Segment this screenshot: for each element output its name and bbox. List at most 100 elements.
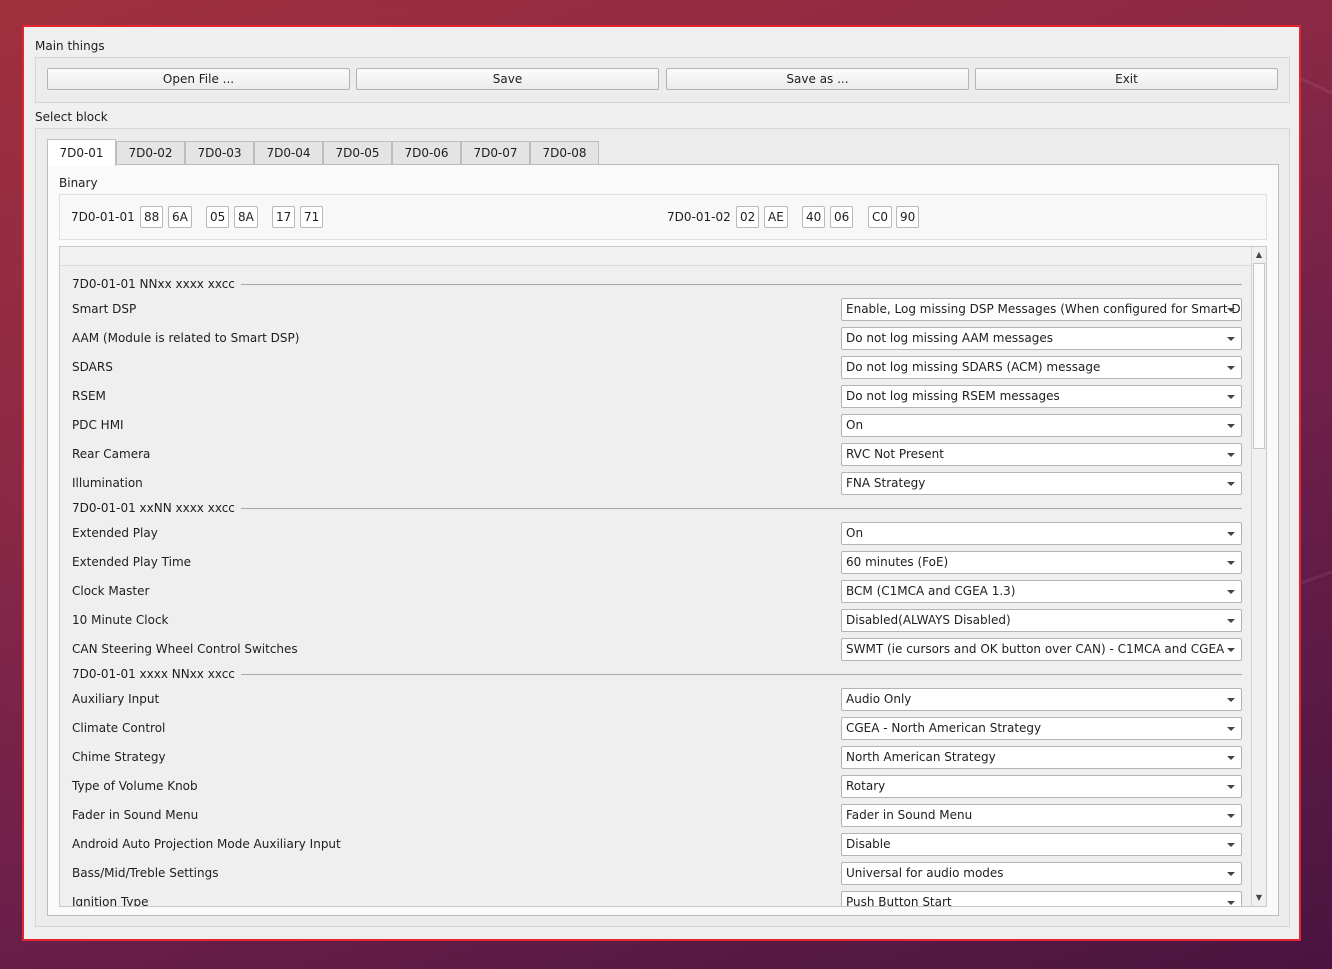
section-title: 7D0-01-01 NNxx xxxx xxcc (72, 277, 235, 291)
setting-dropdown[interactable]: On (841, 522, 1242, 545)
setting-dropdown[interactable]: Disabled(ALWAYS Disabled) (841, 609, 1242, 632)
dropdown-value: Universal for audio modes (846, 866, 1004, 880)
setting-dropdown[interactable]: BCM (C1MCA and CGEA 1.3) (841, 580, 1242, 603)
scroll-up-icon[interactable]: ▲ (1252, 248, 1266, 262)
dropdown-value: Fader in Sound Menu (846, 808, 973, 822)
setting-dropdown[interactable]: Do not log missing SDARS (ACM) message (841, 356, 1242, 379)
byte-field[interactable]: 06 (830, 206, 854, 228)
setting-label: 10 Minute Clock (72, 613, 169, 627)
setting-dropdown[interactable]: Do not log missing RSEM messages (841, 385, 1242, 408)
byte-field[interactable]: 71 (300, 206, 324, 228)
byte-field[interactable]: 90 (896, 206, 920, 228)
binary-panel: 7D0-01-01 88 6A 05 8A 17 71 7D0-01-02 02… (59, 194, 1267, 240)
chevron-down-icon (1227, 872, 1235, 876)
chevron-down-icon (1227, 756, 1235, 760)
byte-field[interactable]: 40 (802, 206, 826, 228)
chevron-down-icon (1227, 648, 1235, 652)
chevron-down-icon (1227, 395, 1235, 399)
setting-dropdown[interactable]: Universal for audio modes (841, 862, 1242, 885)
setting-dropdown[interactable]: North American Strategy (841, 746, 1242, 769)
setting-label: CAN Steering Wheel Control Switches (72, 642, 298, 656)
scroll-area-header (60, 247, 1252, 266)
byte-field[interactable]: AE (764, 206, 788, 228)
tab-7d0-04[interactable]: 7D0-04 (254, 141, 323, 165)
setting-label: Android Auto Projection Mode Auxiliary I… (72, 837, 341, 851)
setting-label: Ignition Type (72, 895, 149, 907)
byte-field[interactable]: 17 (272, 206, 296, 228)
vertical-scrollbar[interactable]: ▲ ▼ (1251, 247, 1266, 906)
section-divider (240, 508, 1242, 509)
settings-scroll-area[interactable]: 7D0-01-01 NNxx xxxx xxcc Smart DSP Enabl… (59, 246, 1267, 907)
dropdown-value: Disable (846, 837, 891, 851)
setting-dropdown[interactable]: Enable, Log missing DSP Messages (When c… (841, 298, 1242, 321)
setting-dropdown[interactable]: Fader in Sound Menu (841, 804, 1242, 827)
setting-dropdown[interactable]: SWMT (ie cursors and OK button over CAN)… (841, 638, 1242, 661)
tab-7d0-08[interactable]: 7D0-08 (530, 141, 599, 165)
setting-label: AAM (Module is related to Smart DSP) (72, 331, 300, 345)
chevron-down-icon (1227, 366, 1235, 370)
section-header: 7D0-01-01 xxxx NNxx xxcc (72, 665, 1242, 683)
dropdown-value: FNA Strategy (846, 476, 926, 490)
chevron-down-icon (1227, 785, 1235, 789)
byte-field[interactable]: 6A (168, 206, 192, 228)
setting-dropdown[interactable]: Rotary (841, 775, 1242, 798)
dropdown-value: Audio Only (846, 692, 912, 706)
chevron-down-icon (1227, 590, 1235, 594)
dropdown-value: On (846, 526, 864, 540)
tab-7d0-01[interactable]: 7D0-01 (47, 139, 116, 166)
chevron-down-icon (1227, 532, 1235, 536)
setting-label: SDARS (72, 360, 113, 374)
dropdown-value: CGEA - North American Strategy (846, 721, 1042, 735)
setting-label: Illumination (72, 476, 143, 490)
setting-dropdown[interactable]: Audio Only (841, 688, 1242, 711)
chevron-down-icon (1227, 901, 1235, 905)
main-window: Main things Open File ... Save Save as .… (22, 25, 1301, 941)
open-file-button[interactable]: Open File ... (47, 68, 350, 90)
scrollbar-thumb[interactable] (1253, 263, 1265, 449)
select-block-title: Select block (35, 110, 108, 124)
dropdown-value: 60 minutes (FoE) (846, 555, 949, 569)
byte-field[interactable]: 05 (206, 206, 230, 228)
section-header: 7D0-01-01 NNxx xxxx xxcc (72, 275, 1242, 293)
chevron-down-icon (1227, 561, 1235, 565)
binary-group-label: 7D0-01-01 (71, 210, 135, 224)
section-divider (240, 674, 1242, 675)
dropdown-value: Do not log missing SDARS (ACM) message (846, 360, 1101, 374)
setting-dropdown[interactable]: Disable (841, 833, 1242, 856)
tab-7d0-02[interactable]: 7D0-02 (116, 141, 185, 165)
section-header: 7D0-01-01 xxNN xxxx xxcc (72, 499, 1242, 517)
setting-label: Type of Volume Knob (72, 779, 198, 793)
binary-group-label: 7D0-01-02 (667, 210, 731, 224)
tab-7d0-03[interactable]: 7D0-03 (185, 141, 254, 165)
setting-dropdown[interactable]: Do not log missing AAM messages (841, 327, 1242, 350)
dropdown-value: Do not log missing AAM messages (846, 331, 1053, 345)
setting-dropdown[interactable]: CGEA - North American Strategy (841, 717, 1242, 740)
byte-field[interactable]: C0 (868, 206, 893, 228)
chevron-down-icon (1227, 337, 1235, 341)
setting-label: RSEM (72, 389, 106, 403)
tab-7d0-07[interactable]: 7D0-07 (461, 141, 530, 165)
byte-field[interactable]: 02 (736, 206, 760, 228)
exit-button[interactable]: Exit (975, 68, 1278, 90)
setting-dropdown[interactable]: FNA Strategy (841, 472, 1242, 495)
setting-label: Climate Control (72, 721, 166, 735)
save-button[interactable]: Save (356, 68, 659, 90)
save-as-button[interactable]: Save as ... (666, 68, 969, 90)
section-title: 7D0-01-01 xxNN xxxx xxcc (72, 501, 235, 515)
dropdown-value: Push Button Start (846, 895, 952, 907)
setting-dropdown[interactable]: On (841, 414, 1242, 437)
scroll-down-icon[interactable]: ▼ (1252, 891, 1266, 905)
setting-label: Fader in Sound Menu (72, 808, 199, 822)
setting-dropdown[interactable]: 60 minutes (FoE) (841, 551, 1242, 574)
chevron-down-icon (1227, 727, 1235, 731)
tab-7d0-06[interactable]: 7D0-06 (392, 141, 461, 165)
byte-field[interactable]: 88 (140, 206, 164, 228)
dropdown-value: RVC Not Present (846, 447, 944, 461)
setting-label: Bass/Mid/Treble Settings (72, 866, 219, 880)
setting-dropdown[interactable]: Push Button Start (841, 891, 1242, 907)
byte-field[interactable]: 8A (234, 206, 258, 228)
chevron-down-icon (1227, 453, 1235, 457)
tab-7d0-05[interactable]: 7D0-05 (323, 141, 392, 165)
setting-dropdown[interactable]: RVC Not Present (841, 443, 1242, 466)
binary-title: Binary (59, 176, 98, 190)
